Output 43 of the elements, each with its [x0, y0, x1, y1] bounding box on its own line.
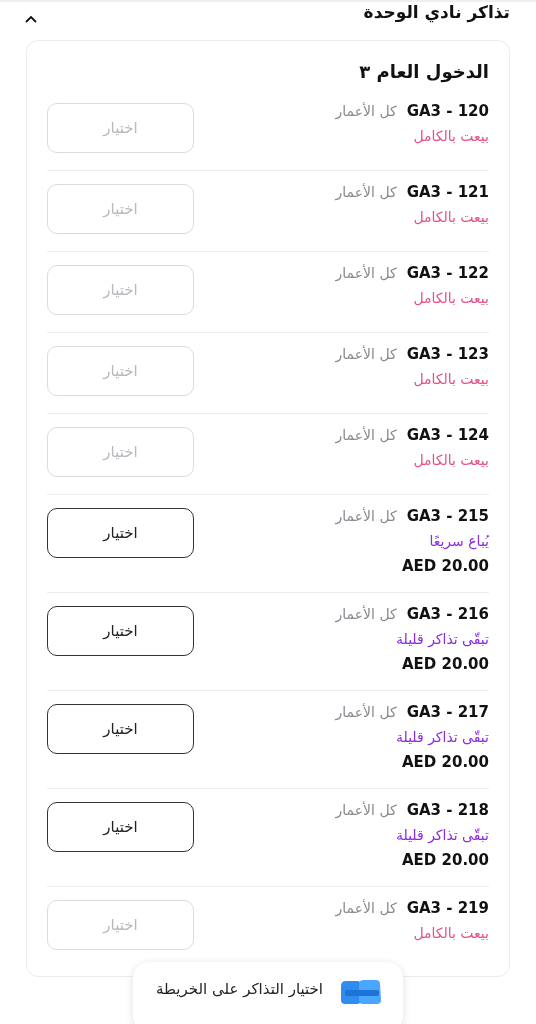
age-label: كل الأعمار [335, 184, 397, 200]
select-button[interactable]: اختيار [47, 802, 194, 852]
select-button[interactable]: اختيار [47, 606, 194, 656]
select-button[interactable]: اختيار [47, 704, 194, 754]
ticket-code: GA3 - 217 [406, 703, 489, 721]
ticket-code: GA3 - 120 [406, 102, 489, 120]
ticket-status: بيعت بالكامل [412, 128, 489, 144]
ticket-code: GA3 - 219 [406, 899, 489, 917]
card-title: الدخول العام ٣ [358, 61, 489, 82]
ticket-code: GA3 - 216 [406, 605, 489, 623]
age-label: كل الأعمار [335, 704, 397, 720]
ticket-status: بيعت بالكامل [412, 452, 489, 468]
ticket-status: بيعت بالكامل [412, 209, 489, 225]
age-label: كل الأعمار [335, 427, 397, 443]
ticket-status: تبقّى تذاكر قليلة [395, 729, 489, 745]
ticket-status: تبقّى تذاكر قليلة [395, 827, 489, 843]
ticket-price: AED 20.00 [402, 851, 489, 869]
age-label: كل الأعمار [335, 265, 397, 281]
section-title: تذاكر نادي الوحدة [363, 2, 510, 22]
age-label: كل الأعمار [335, 346, 397, 362]
ticket-status: بيعت بالكامل [412, 371, 489, 387]
seats-icon [339, 978, 383, 1006]
age-label: كل الأعمار [335, 802, 397, 818]
ticket-status: بيعت بالكامل [412, 925, 489, 941]
ticket-price: AED 20.00 [402, 753, 489, 771]
age-label: كل الأعمار [335, 508, 397, 524]
ticket-status: بيعت بالكامل [412, 290, 489, 306]
ticket-code: GA3 - 215 [406, 507, 489, 525]
age-label: كل الأعمار [335, 103, 397, 119]
ticket-price: AED 20.00 [402, 655, 489, 673]
ticket-code: GA3 - 121 [406, 183, 489, 201]
map-select-label: اختيار التذاكر على الخريطة [156, 980, 323, 998]
map-select-button[interactable]: اختيار التذاكر على الخريطة [133, 962, 403, 1024]
ticket-status: يُباع سريعًا [428, 533, 489, 549]
ticket-code: GA3 - 124 [406, 426, 489, 444]
ticket-status: تبقّى تذاكر قليلة [395, 631, 489, 647]
age-label: كل الأعمار [335, 900, 397, 916]
ticket-code: GA3 - 122 [406, 264, 489, 282]
age-label: كل الأعمار [335, 606, 397, 622]
ticket-code: GA3 - 218 [406, 801, 489, 819]
select-button[interactable]: اختيار [47, 508, 194, 558]
ticket-code: GA3 - 123 [406, 345, 489, 363]
ticket-price: AED 20.00 [402, 557, 489, 575]
